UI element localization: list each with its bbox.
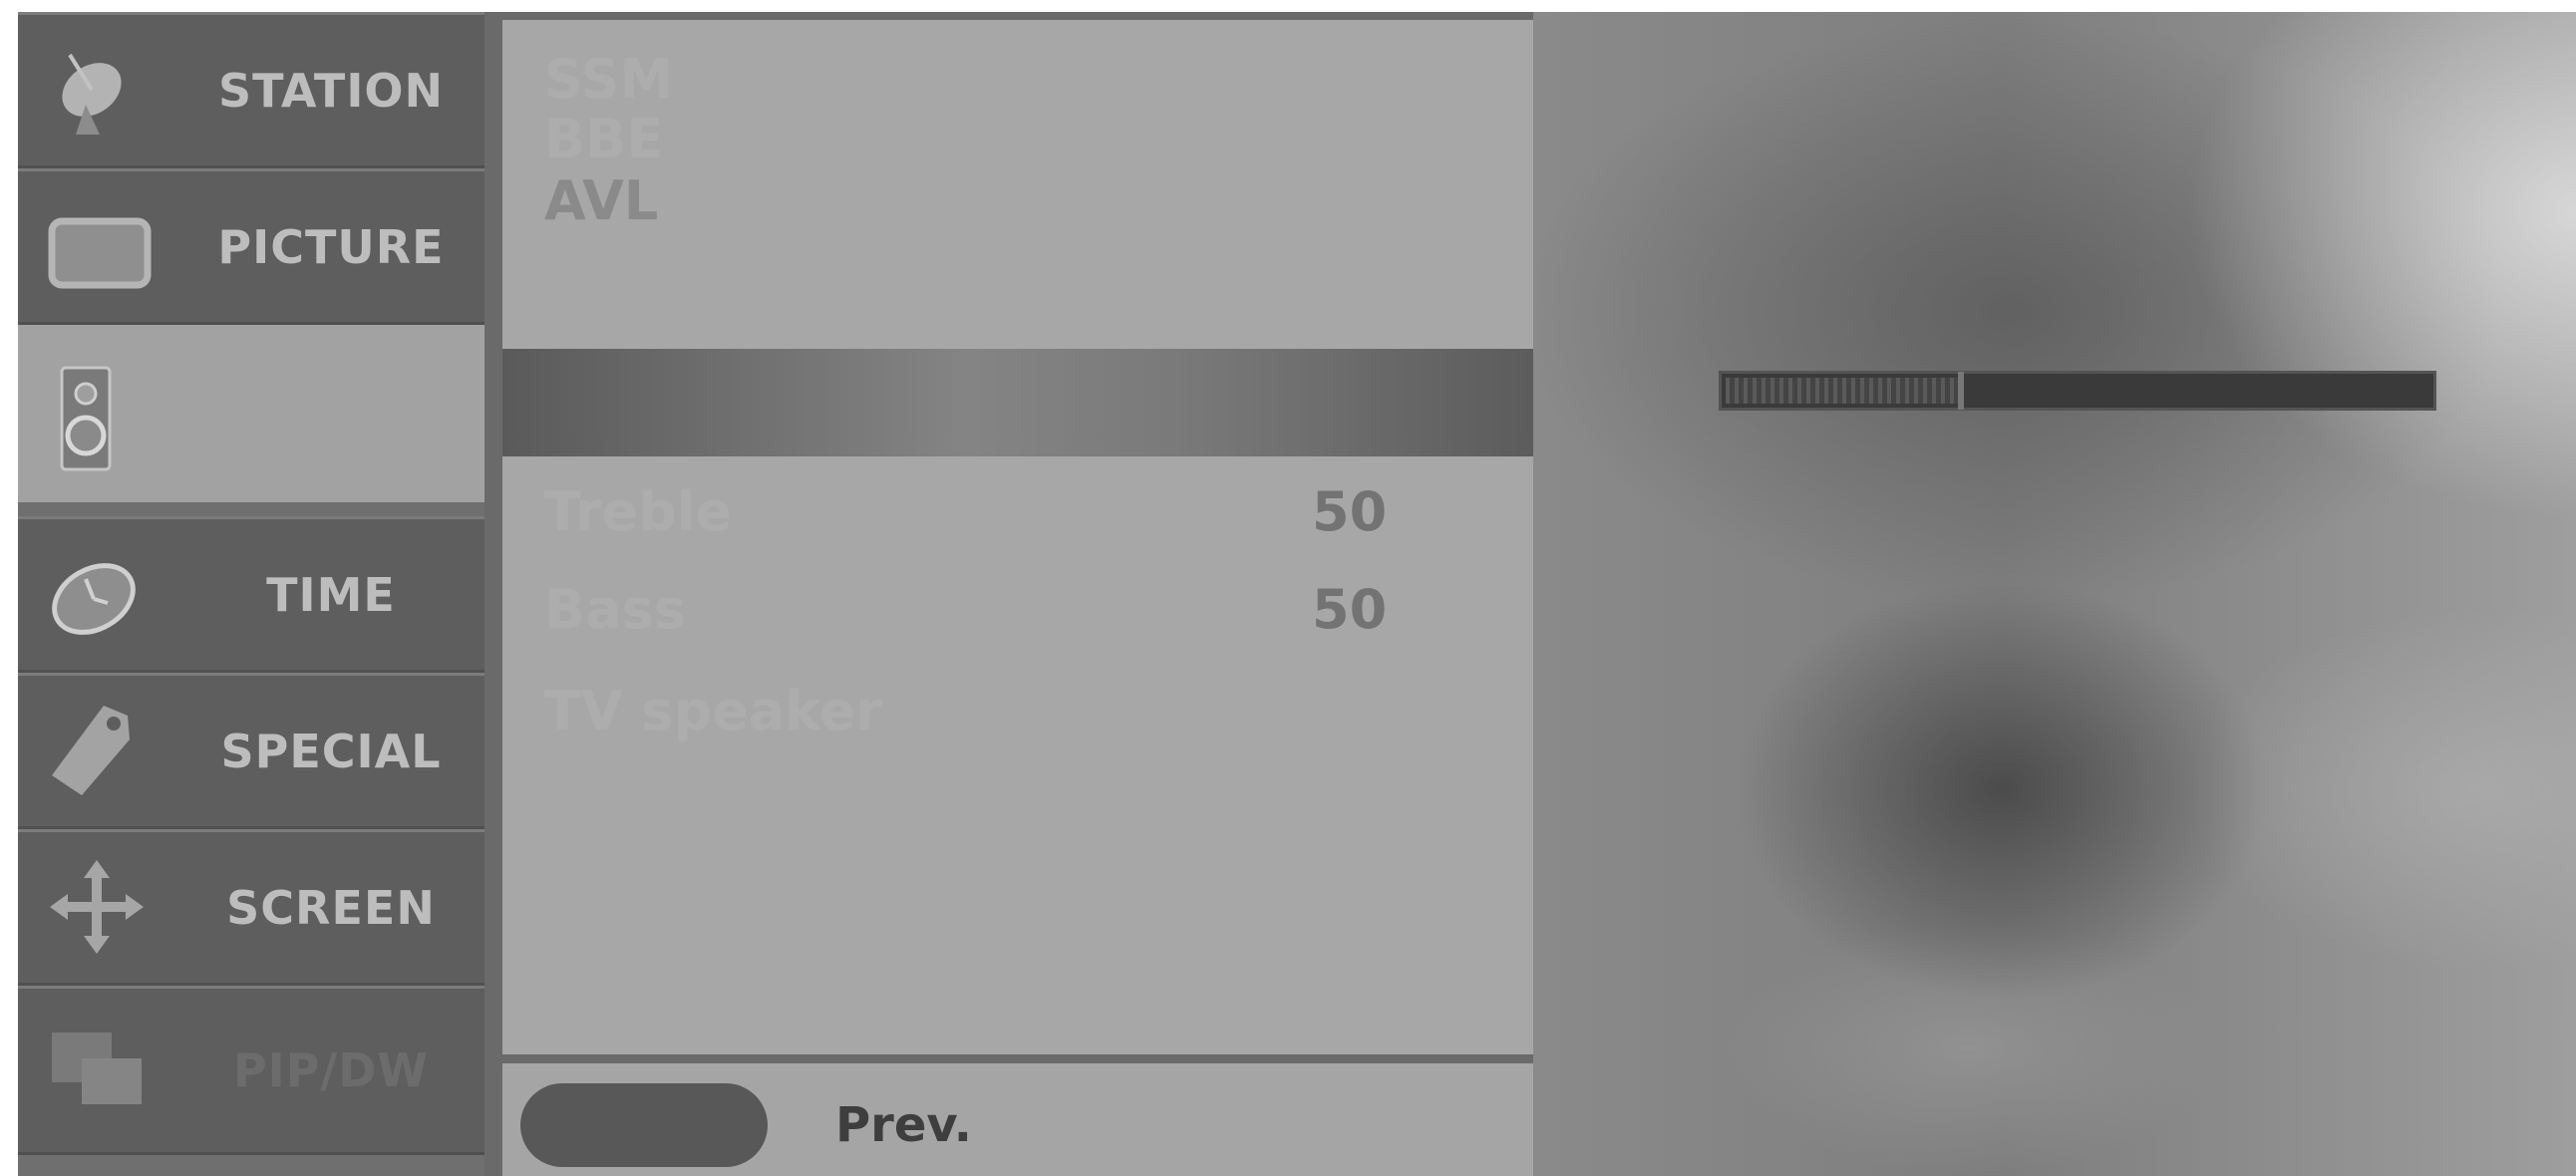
menu-item-tv-speaker[interactable]: TV speaker [544,680,882,742]
category-time[interactable]: TIME [18,516,484,673]
menu-item-treble[interactable]: Treble [544,480,732,543]
category-label: PIP/DW [232,1043,430,1097]
submenu-lower-panel [502,456,1533,1054]
category-menu: STATION PICTURE TIME SPECIAL SCREEN PIP/… [18,12,484,1176]
move-arrows-icon [50,860,144,954]
menu-item-avl[interactable]: AVL [544,169,658,232]
treble-value: 50 [1312,480,1388,543]
category-label [177,328,484,499]
pip-windows-icon [52,1032,142,1104]
category-label: PICTURE [217,219,445,274]
level-bar-marker [1958,372,1964,410]
satellite-dish-icon [62,53,122,135]
menu-item-ssm[interactable]: SSM [544,48,673,111]
category-pip-dw[interactable]: PIP/DW [18,986,484,1155]
level-bar[interactable] [1719,371,2436,411]
tv-osd-screen: STATION PICTURE TIME SPECIAL SCREEN PIP/… [18,12,2576,1176]
speaker-icon [60,366,112,471]
category-label: TIME [266,567,396,622]
tv-screen-icon [48,217,152,289]
tag-icon [52,706,130,795]
category-station[interactable]: STATION [18,12,484,168]
level-bar-fill [1726,378,1958,404]
category-special[interactable]: SPECIAL [18,673,484,829]
menu-item-bass[interactable]: Bass [544,578,686,641]
category-picture[interactable]: PICTURE [18,168,484,325]
category-audio[interactable] [18,325,484,502]
category-label: SCREEN [226,880,436,935]
bass-value: 50 [1312,578,1388,641]
clock-icon [52,563,136,635]
menu-item-bbe[interactable]: BBE [544,108,663,170]
prev-label: Prev. [835,1097,973,1153]
audio-submenu: SSM BBE AVL Treble 50 Bass 50 TV speaker… [502,12,1533,1176]
prev-button[interactable] [520,1083,768,1167]
category-label: SPECIAL [220,724,442,778]
category-label: STATION [217,63,445,118]
submenu-highlight-band [502,349,1533,456]
video-preview [1533,12,2576,1176]
submenu-footer: Prev. [502,1063,1533,1176]
category-screen[interactable]: SCREEN [18,829,484,986]
